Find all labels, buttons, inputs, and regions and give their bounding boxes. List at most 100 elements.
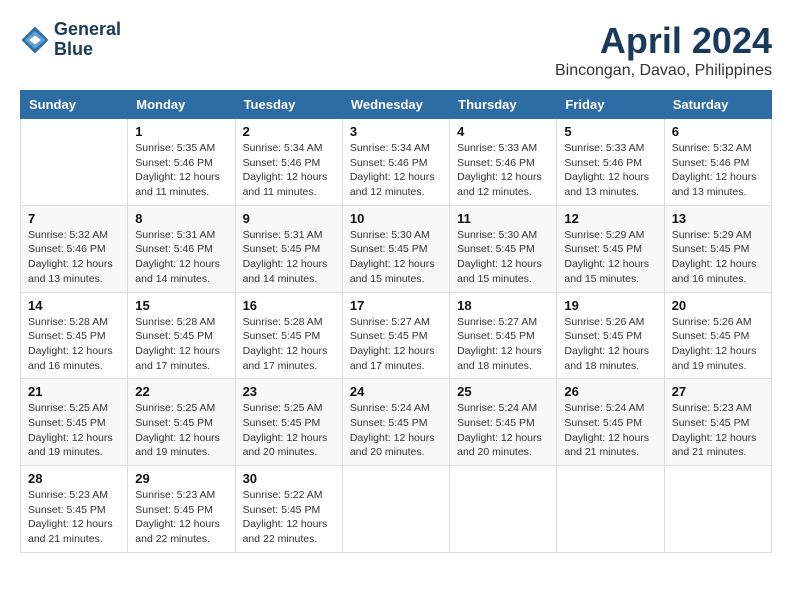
day-info: Sunrise: 5:32 AM Sunset: 5:46 PM Dayligh… bbox=[672, 141, 764, 200]
day-header-saturday: Saturday bbox=[664, 91, 771, 119]
day-info: Sunrise: 5:28 AM Sunset: 5:45 PM Dayligh… bbox=[135, 315, 227, 374]
calendar-cell: 20 Sunrise: 5:26 AM Sunset: 5:45 PM Dayli… bbox=[664, 292, 771, 379]
calendar-week-row: 7Sunrise: 5:32 AM Sunset: 5:46 PM Daylig… bbox=[21, 205, 772, 292]
day-number: 14 bbox=[28, 298, 120, 313]
day-info: Sunrise: 5:34 AM Sunset: 5:46 PM Dayligh… bbox=[243, 141, 335, 200]
calendar-cell: 12 Sunrise: 5:29 AM Sunset: 5:45 PM Dayli… bbox=[557, 205, 664, 292]
day-number: 21 bbox=[28, 384, 120, 399]
day-info: Sunrise: 5:31 AM Sunset: 5:45 PM Dayligh… bbox=[243, 228, 335, 287]
day-info: Sunrise: 5:26 AM Sunset: 5:45 PM Dayligh… bbox=[564, 315, 656, 374]
logo: General Blue bbox=[20, 20, 121, 60]
calendar-cell: 13 Sunrise: 5:29 AM Sunset: 5:45 PM Dayli… bbox=[664, 205, 771, 292]
calendar-cell bbox=[557, 466, 664, 553]
day-number: 13 bbox=[672, 211, 764, 226]
page-header: General Blue April 2024 Bincongan, Davao… bbox=[20, 20, 772, 80]
day-number: 2 bbox=[243, 124, 335, 139]
day-info: Sunrise: 5:34 AM Sunset: 5:46 PM Dayligh… bbox=[350, 141, 442, 200]
day-number: 24 bbox=[350, 384, 442, 399]
day-info: Sunrise: 5:24 AM Sunset: 5:45 PM Dayligh… bbox=[457, 401, 549, 460]
calendar-cell: 3 Sunrise: 5:34 AM Sunset: 5:46 PM Daylig… bbox=[342, 119, 449, 206]
day-number: 22 bbox=[135, 384, 227, 399]
day-number: 16 bbox=[243, 298, 335, 313]
day-info: Sunrise: 5:30 AM Sunset: 5:45 PM Dayligh… bbox=[457, 228, 549, 287]
day-number: 27 bbox=[672, 384, 764, 399]
calendar-cell: 16 Sunrise: 5:28 AM Sunset: 5:45 PM Dayli… bbox=[235, 292, 342, 379]
day-info: Sunrise: 5:27 AM Sunset: 5:45 PM Dayligh… bbox=[350, 315, 442, 374]
day-header-thursday: Thursday bbox=[450, 91, 557, 119]
day-number: 28 bbox=[28, 471, 120, 486]
calendar-cell: 15 Sunrise: 5:28 AM Sunset: 5:45 PM Dayli… bbox=[128, 292, 235, 379]
calendar-table: SundayMondayTuesdayWednesdayThursdayFrid… bbox=[20, 90, 772, 553]
day-number: 1 bbox=[135, 124, 227, 139]
day-number: 23 bbox=[243, 384, 335, 399]
calendar-cell: 11Sunrise: 5:30 AM Sunset: 5:45 PM Dayli… bbox=[450, 205, 557, 292]
day-number: 9 bbox=[243, 211, 335, 226]
day-number: 29 bbox=[135, 471, 227, 486]
calendar-cell: 14 Sunrise: 5:28 AM Sunset: 5:45 PM Dayli… bbox=[21, 292, 128, 379]
calendar-cell bbox=[342, 466, 449, 553]
logo-line1: General bbox=[54, 20, 121, 40]
calendar-cell: 2 Sunrise: 5:34 AM Sunset: 5:46 PM Daylig… bbox=[235, 119, 342, 206]
day-info: Sunrise: 5:27 AM Sunset: 5:45 PM Dayligh… bbox=[457, 315, 549, 374]
calendar-cell: 24 Sunrise: 5:24 AM Sunset: 5:45 PM Dayli… bbox=[342, 379, 449, 466]
day-info: Sunrise: 5:22 AM Sunset: 5:45 PM Dayligh… bbox=[243, 488, 335, 547]
day-info: Sunrise: 5:24 AM Sunset: 5:45 PM Dayligh… bbox=[350, 401, 442, 460]
calendar-cell: 26 Sunrise: 5:24 AM Sunset: 5:45 PM Dayli… bbox=[557, 379, 664, 466]
day-info: Sunrise: 5:29 AM Sunset: 5:45 PM Dayligh… bbox=[672, 228, 764, 287]
calendar-cell: 10 Sunrise: 5:30 AM Sunset: 5:45 PM Dayli… bbox=[342, 205, 449, 292]
calendar-cell: 5Sunrise: 5:33 AM Sunset: 5:46 PM Daylig… bbox=[557, 119, 664, 206]
day-info: Sunrise: 5:28 AM Sunset: 5:45 PM Dayligh… bbox=[28, 315, 120, 374]
day-number: 8 bbox=[135, 211, 227, 226]
day-header-sunday: Sunday bbox=[21, 91, 128, 119]
day-number: 3 bbox=[350, 124, 442, 139]
day-info: Sunrise: 5:33 AM Sunset: 5:46 PM Dayligh… bbox=[564, 141, 656, 200]
day-info: Sunrise: 5:29 AM Sunset: 5:45 PM Dayligh… bbox=[564, 228, 656, 287]
day-info: Sunrise: 5:28 AM Sunset: 5:45 PM Dayligh… bbox=[243, 315, 335, 374]
calendar-cell bbox=[21, 119, 128, 206]
day-info: Sunrise: 5:33 AM Sunset: 5:46 PM Dayligh… bbox=[457, 141, 549, 200]
calendar-cell: 4Sunrise: 5:33 AM Sunset: 5:46 PM Daylig… bbox=[450, 119, 557, 206]
day-number: 17 bbox=[350, 298, 442, 313]
calendar-header-row: SundayMondayTuesdayWednesdayThursdayFrid… bbox=[21, 91, 772, 119]
day-number: 19 bbox=[564, 298, 656, 313]
day-number: 6 bbox=[672, 124, 764, 139]
calendar-week-row: 1 Sunrise: 5:35 AM Sunset: 5:46 PM Daylig… bbox=[21, 119, 772, 206]
calendar-cell: 9 Sunrise: 5:31 AM Sunset: 5:45 PM Daylig… bbox=[235, 205, 342, 292]
calendar-cell: 25 Sunrise: 5:24 AM Sunset: 5:45 PM Dayli… bbox=[450, 379, 557, 466]
month-title: April 2024 bbox=[555, 20, 772, 62]
day-number: 20 bbox=[672, 298, 764, 313]
calendar-cell: 18 Sunrise: 5:27 AM Sunset: 5:45 PM Dayli… bbox=[450, 292, 557, 379]
day-number: 12 bbox=[564, 211, 656, 226]
calendar-cell bbox=[450, 466, 557, 553]
day-info: Sunrise: 5:25 AM Sunset: 5:45 PM Dayligh… bbox=[135, 401, 227, 460]
calendar-body: 1 Sunrise: 5:35 AM Sunset: 5:46 PM Daylig… bbox=[21, 119, 772, 553]
calendar-cell: 28Sunrise: 5:23 AM Sunset: 5:45 PM Dayli… bbox=[21, 466, 128, 553]
logo-line2: Blue bbox=[54, 40, 121, 60]
calendar-cell: 1 Sunrise: 5:35 AM Sunset: 5:46 PM Daylig… bbox=[128, 119, 235, 206]
day-info: Sunrise: 5:35 AM Sunset: 5:46 PM Dayligh… bbox=[135, 141, 227, 200]
calendar-cell: 21 Sunrise: 5:25 AM Sunset: 5:45 PM Dayli… bbox=[21, 379, 128, 466]
day-number: 18 bbox=[457, 298, 549, 313]
calendar-cell: 19 Sunrise: 5:26 AM Sunset: 5:45 PM Dayli… bbox=[557, 292, 664, 379]
calendar-week-row: 14 Sunrise: 5:28 AM Sunset: 5:45 PM Dayli… bbox=[21, 292, 772, 379]
calendar-cell: 29 Sunrise: 5:23 AM Sunset: 5:45 PM Dayli… bbox=[128, 466, 235, 553]
day-number: 30 bbox=[243, 471, 335, 486]
day-info: Sunrise: 5:26 AM Sunset: 5:45 PM Dayligh… bbox=[672, 315, 764, 374]
calendar-cell: 22 Sunrise: 5:25 AM Sunset: 5:45 PM Dayli… bbox=[128, 379, 235, 466]
day-number: 26 bbox=[564, 384, 656, 399]
day-number: 15 bbox=[135, 298, 227, 313]
location: Bincongan, Davao, Philippines bbox=[555, 62, 772, 80]
day-info: Sunrise: 5:24 AM Sunset: 5:45 PM Dayligh… bbox=[564, 401, 656, 460]
day-header-monday: Monday bbox=[128, 91, 235, 119]
day-number: 25 bbox=[457, 384, 549, 399]
day-info: Sunrise: 5:30 AM Sunset: 5:45 PM Dayligh… bbox=[350, 228, 442, 287]
calendar-cell: 27 Sunrise: 5:23 AM Sunset: 5:45 PM Dayli… bbox=[664, 379, 771, 466]
day-info: Sunrise: 5:23 AM Sunset: 5:45 PM Dayligh… bbox=[672, 401, 764, 460]
day-info: Sunrise: 5:25 AM Sunset: 5:45 PM Dayligh… bbox=[28, 401, 120, 460]
day-info: Sunrise: 5:23 AM Sunset: 5:45 PM Dayligh… bbox=[135, 488, 227, 547]
day-number: 10 bbox=[350, 211, 442, 226]
day-number: 7 bbox=[28, 211, 120, 226]
title-area: April 2024 Bincongan, Davao, Philippines bbox=[555, 20, 772, 80]
day-header-friday: Friday bbox=[557, 91, 664, 119]
calendar-week-row: 21 Sunrise: 5:25 AM Sunset: 5:45 PM Dayli… bbox=[21, 379, 772, 466]
